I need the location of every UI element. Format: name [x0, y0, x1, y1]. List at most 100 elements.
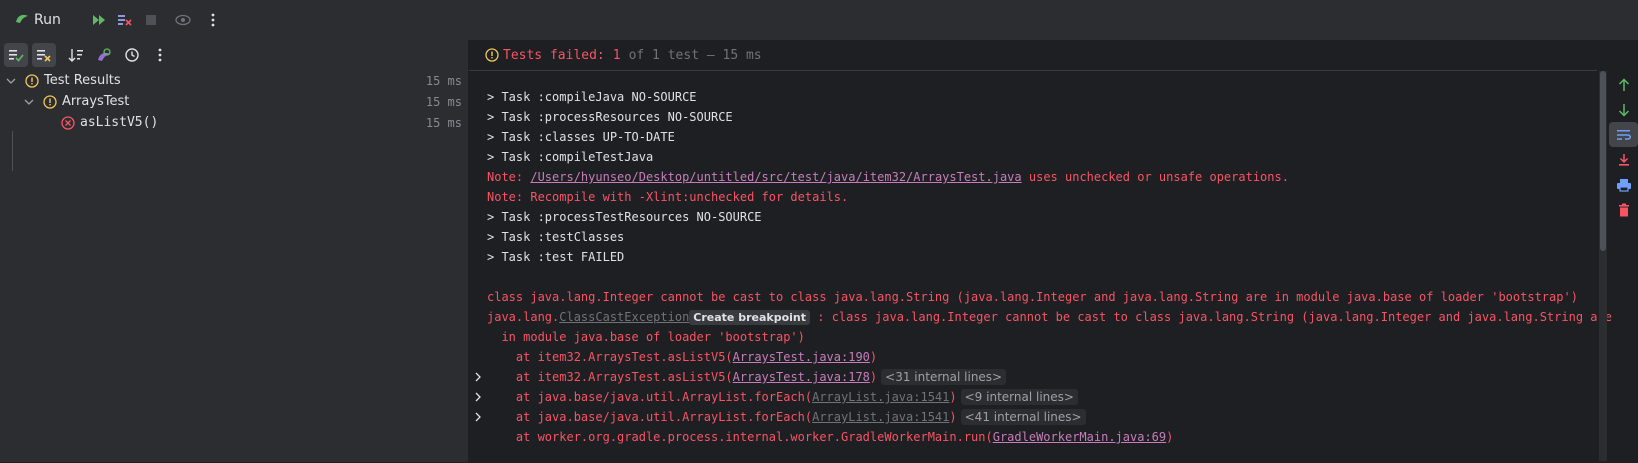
- down-stack-button[interactable]: [1609, 97, 1638, 122]
- sort-icon: [68, 49, 83, 62]
- tree-node-arraystest[interactable]: ArraysTest 15 ms: [0, 91, 468, 112]
- console-text: at item32.ArraysTest.asListV5(: [487, 350, 733, 364]
- tree-node-test-results[interactable]: Test Results 15 ms: [0, 70, 468, 91]
- test-status-bar: Tests failed: 1 of 1 test – 15 ms: [469, 40, 1638, 70]
- tests-summary: of 1 test – 15 ms: [628, 47, 762, 63]
- internal-lines-fold[interactable]: <9 internal lines>: [960, 389, 1078, 405]
- console-text: at java.base/java.util.ArrayList.forEach…: [487, 410, 813, 424]
- run-tab-title[interactable]: Run: [14, 10, 61, 30]
- print-button[interactable]: [1609, 172, 1638, 197]
- tree-node-label: Test Results: [44, 73, 121, 88]
- tree-node-time: 15 ms: [425, 115, 462, 130]
- console-line: at java.base/java.util.ArrayList.forEach…: [487, 407, 1086, 427]
- more-vertical-icon: [211, 13, 215, 27]
- tree-node-aslistv5[interactable]: asListV5() 15 ms: [0, 112, 468, 133]
- more-button[interactable]: [201, 8, 225, 32]
- console-line: in module java.base of loader 'bootstrap…: [487, 330, 805, 344]
- import-tests-icon: [98, 48, 111, 61]
- chevron-down-icon[interactable]: [22, 99, 36, 105]
- print-icon: [1616, 178, 1631, 192]
- console-side-toolbar: [1609, 70, 1638, 222]
- console-text: ): [949, 390, 957, 404]
- scrollbar-thumb[interactable]: [1600, 71, 1606, 251]
- console-line: > Task :compileJava NO-SOURCE: [487, 90, 697, 104]
- console-scrollbar[interactable]: [1599, 71, 1607, 461]
- stop-icon: [145, 15, 156, 25]
- warning-icon: [24, 73, 40, 89]
- tree-more-button[interactable]: [148, 43, 172, 67]
- rerun-failed-icon: [117, 15, 132, 26]
- internal-lines-fold[interactable]: <41 internal lines>: [960, 409, 1086, 425]
- chevron-right-icon[interactable]: [471, 367, 485, 387]
- console-line: Note: /Users/hyunseo/Desktop/untitled/sr…: [487, 167, 1289, 187]
- console-line: > Task :test FAILED: [487, 250, 625, 264]
- create-breakpoint-button[interactable]: Create breakpoint: [689, 310, 811, 325]
- exception-link[interactable]: ClassCastException: [559, 310, 689, 324]
- stack-link[interactable]: ArraysTest.java:178: [733, 370, 870, 384]
- console-line: class java.lang.Integer cannot be cast t…: [487, 290, 1578, 304]
- internal-lines-fold[interactable]: <31 internal lines>: [881, 369, 1007, 385]
- console-text: java.lang.: [487, 310, 560, 324]
- console-line: at worker.org.gradle.process.internal.wo…: [487, 427, 1173, 447]
- warning-icon: [42, 94, 58, 110]
- import-tests-button[interactable]: [92, 43, 116, 67]
- console-text: at item32.ArraysTest.asListV5(: [487, 370, 733, 384]
- console-text: ): [1166, 430, 1174, 444]
- chevron-right-icon[interactable]: [471, 407, 485, 427]
- console-line: at item32.ArraysTest.asListV5(ArraysTest…: [487, 347, 877, 367]
- console-line: at java.base/java.util.ArrayList.forEach…: [487, 387, 1078, 407]
- console-text: Note:: [487, 170, 531, 184]
- console-text: uses unchecked or unsafe operations.: [1021, 170, 1289, 184]
- rerun-button[interactable]: [87, 8, 111, 32]
- chevron-down-icon[interactable]: [4, 78, 18, 84]
- chevron-right-icon[interactable]: [471, 387, 485, 407]
- run-icon: [14, 10, 34, 30]
- trash-icon: [1618, 203, 1629, 216]
- scroll-to-end-button[interactable]: [1609, 147, 1638, 172]
- arrow-down-icon: [1618, 103, 1629, 117]
- console-line: java.lang.ClassCastException Create break…: [487, 307, 1612, 327]
- console-text: ): [869, 350, 878, 364]
- arrow-up-icon: [1618, 77, 1629, 91]
- show-ignored-button[interactable]: [32, 43, 56, 67]
- tree-node-label: ArraysTest: [62, 94, 130, 109]
- stack-link[interactable]: ArrayList.java:1541: [812, 410, 949, 424]
- show-passed-icon: [9, 50, 24, 62]
- console-line: > Task :processResources NO-SOURCE: [487, 110, 733, 124]
- scroll-to-end-icon: [1618, 153, 1629, 166]
- console-line: > Task :testClasses: [487, 230, 625, 244]
- console-text: ): [949, 410, 957, 424]
- console-panel: Tests failed: 1 of 1 test – 15 ms > Task…: [469, 40, 1638, 462]
- show-passed-button[interactable]: [4, 43, 28, 67]
- eye-icon: [175, 14, 191, 26]
- clear-all-button[interactable]: [1609, 197, 1638, 222]
- file-link[interactable]: /Users/hyunseo/Desktop/untitled/src/test…: [530, 170, 1021, 184]
- sort-button[interactable]: [64, 43, 88, 67]
- rerun-icon: [92, 15, 105, 25]
- up-stack-button[interactable]: [1609, 72, 1638, 97]
- tree-node-time: 15 ms: [425, 94, 462, 109]
- test-tree-panel: Test Results 15 ms ArraysTest 15 ms asLi…: [0, 40, 469, 462]
- stack-link[interactable]: GradleWorkerMain.java:69: [993, 430, 1166, 444]
- tests-failed-label: Tests failed:: [503, 47, 605, 63]
- console-output[interactable]: > Task :compileJava NO-SOURCE > Task :pr…: [469, 70, 1612, 463]
- console-text: : class java.lang.Integer cannot be cast…: [810, 310, 1612, 324]
- more-vertical-icon: [158, 48, 162, 62]
- rerun-failed-button[interactable]: [113, 8, 137, 32]
- soft-wrap-button[interactable]: [1609, 122, 1638, 147]
- tests-failed-count: 1: [612, 47, 621, 63]
- tree-guide-line: [12, 131, 13, 171]
- console-line: Note: Recompile with -Xlint:unchecked fo…: [487, 190, 849, 204]
- console-line: > Task :compileTestJava: [487, 150, 654, 164]
- warning-icon: [485, 48, 499, 62]
- show-ignored-icon: [37, 50, 51, 62]
- history-button[interactable]: [120, 43, 144, 67]
- run-toolbar: Run: [0, 0, 1638, 41]
- run-tab-label: Run: [34, 12, 61, 28]
- stack-link[interactable]: ArraysTest.java:190: [733, 350, 870, 364]
- show-button[interactable]: [171, 8, 195, 32]
- tree-node-time: 15 ms: [425, 73, 462, 88]
- stop-button[interactable]: [139, 8, 163, 32]
- soft-wrap-icon: [1616, 129, 1631, 140]
- stack-link[interactable]: ArrayList.java:1541: [812, 390, 949, 404]
